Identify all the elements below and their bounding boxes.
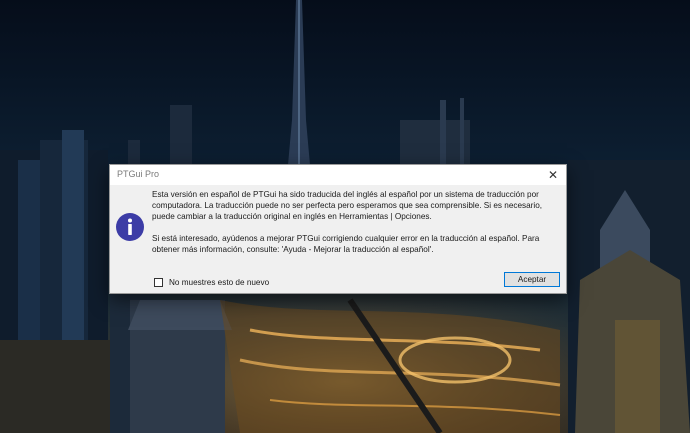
dialog-body: Esta versión en español de PTGui ha sido… (110, 185, 566, 293)
dont-show-again-label[interactable]: No muestres esto de nuevo (169, 278, 269, 287)
message-paragraph-1: Esta versión en español de PTGui ha sido… (152, 190, 543, 221)
close-button[interactable]: ✕ (540, 165, 566, 185)
close-icon: ✕ (547, 168, 559, 182)
ptgui-message-dialog: PTGui Pro ✕ Esta versión en español de P… (109, 164, 567, 294)
dont-show-again-checkbox[interactable] (154, 278, 163, 287)
info-icon (116, 213, 144, 241)
message-paragraph-2: Si está interesado, ayúdenos a mejorar P… (152, 234, 540, 254)
dialog-title: PTGui Pro (117, 169, 160, 179)
dialog-titlebar[interactable]: PTGui Pro ✕ (110, 165, 566, 185)
accept-button[interactable]: Aceptar (504, 272, 560, 287)
dialog-message: Esta versión en español de PTGui ha sido… (152, 189, 560, 255)
dont-show-again-row[interactable]: No muestres esto de nuevo (154, 278, 269, 287)
